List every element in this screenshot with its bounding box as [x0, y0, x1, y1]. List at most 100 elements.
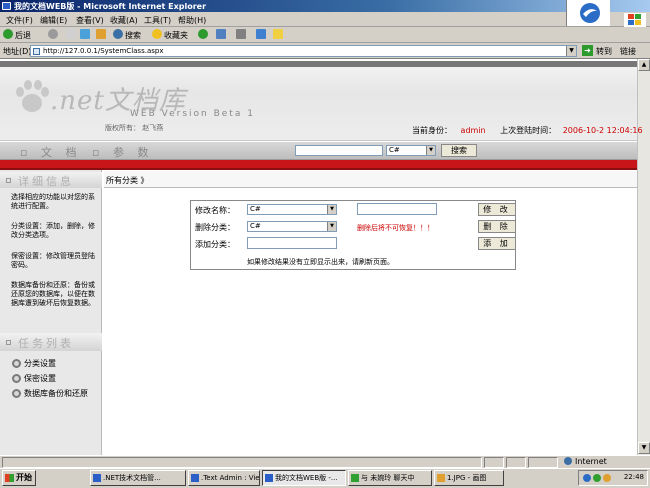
delete-label: 删除分类： [195, 223, 235, 232]
logo-subtitle: WEB Version Beta 1 [130, 109, 255, 119]
task-label: 保密设置 [24, 374, 56, 383]
status-cell [506, 457, 526, 468]
favorites-icon [152, 29, 162, 39]
chevron-down-icon[interactable]: ▼ [327, 205, 336, 214]
paint-icon [437, 474, 445, 482]
back-icon [3, 29, 13, 39]
modify-category-select[interactable]: C# ▼ [247, 204, 337, 215]
search-button[interactable]: 搜索 [125, 30, 141, 41]
square-bullet-icon [6, 340, 11, 345]
refresh-note: 如果修改结果没有立即显示出来，请刷新页面。 [247, 258, 394, 266]
delete-category-select[interactable]: C# ▼ [247, 221, 337, 232]
folder-icon[interactable] [273, 29, 283, 39]
zone-indicator: Internet [564, 457, 607, 466]
taskbar-item-label: .NET技术文档管... [103, 474, 161, 482]
sidebar [0, 170, 102, 455]
modify-button[interactable]: 修 改 [478, 203, 516, 216]
window-title: 我的文档WEB版 - Microsoft Internet Explorer [14, 2, 207, 11]
nav-item-parameters[interactable]: ▫ 参 数 [92, 144, 153, 160]
start-label: 开始 [16, 473, 32, 482]
nav-item-documents[interactable]: ▫ 文 档 [20, 144, 81, 160]
app-icon [191, 474, 199, 482]
vertical-scrollbar[interactable]: ▲ ▼ [637, 59, 650, 455]
scroll-up-icon[interactable]: ▲ [638, 59, 650, 71]
app-icon [265, 474, 273, 482]
task-list-heading-text: 任务列表 [18, 337, 74, 350]
search-submit-button[interactable]: 搜索 [441, 144, 477, 157]
search-category-select[interactable]: C# ▼ [386, 145, 436, 156]
windows-logo-icon [5, 474, 14, 482]
start-button[interactable]: 开始 [2, 470, 36, 486]
media-icon[interactable] [198, 29, 208, 39]
mail-icon[interactable] [216, 29, 226, 39]
menu-view[interactable]: 查看(V) [76, 15, 104, 26]
refresh-icon[interactable] [80, 29, 90, 39]
im-icon[interactable] [593, 474, 601, 482]
user-info: 当前身份： admin 上次登陆时间： 2006-10-2 12:04:16 [412, 125, 643, 136]
search-input[interactable] [295, 145, 383, 156]
forward-icon[interactable] [48, 29, 58, 39]
menu-favorites[interactable]: 收藏(A) [110, 15, 138, 26]
back-button[interactable]: 后退 [15, 30, 31, 41]
system-tray: 22:48 [578, 470, 648, 486]
taskbar-item[interactable]: .Text Admin : View... [188, 470, 260, 486]
delete-button[interactable]: 删 除 [478, 220, 516, 233]
taskbar-item[interactable]: 1.JPG - 画图 [434, 470, 504, 486]
search-icon [113, 29, 123, 39]
toolbar: 后退 搜索 收藏夹 [0, 27, 650, 43]
edit-icon[interactable] [256, 29, 266, 39]
task-security-settings[interactable]: 保密设置 [12, 373, 56, 384]
menu-tools[interactable]: 工具(T) [144, 15, 171, 26]
taskbar-item[interactable]: 与 未婉玲 聊天中 [348, 470, 432, 486]
breadcrumb: 所有分类 》 [104, 171, 637, 188]
sidebar-heading: 详细信息 [0, 172, 102, 188]
links-button[interactable]: 链接 [620, 46, 636, 57]
sidebar-intro: 选择相应的功能以对您的系统进行配置。 [11, 193, 95, 210]
gear-icon [12, 374, 21, 383]
stop-icon[interactable] [66, 29, 76, 39]
taskbar-item-active[interactable]: 我的文档WEB版 -... [262, 470, 346, 486]
taskbar-item[interactable]: .NET技术文档管... [90, 470, 186, 486]
gear-icon [12, 359, 21, 368]
chevron-down-icon[interactable]: ▼ [426, 146, 435, 155]
paw-logo-icon [16, 80, 49, 112]
sidebar-backup-info: 数据库备份和还原：备份或还原您的数据库，以便在数据库遭到破坏后恢复数据。 [11, 281, 95, 307]
chevron-down-icon[interactable]: ▼ [566, 46, 576, 56]
network-icon[interactable] [583, 474, 591, 482]
lastlogin-label: 上次登陆时间： [500, 126, 557, 135]
go-arrow-icon: ➜ [582, 45, 593, 56]
breadcrumb-text[interactable]: 所有分类 》 [106, 175, 149, 186]
menu-help[interactable]: 帮助(H) [178, 15, 206, 26]
status-bar: Internet [0, 455, 650, 468]
favorites-button[interactable]: 收藏夹 [164, 30, 188, 41]
menu-edit[interactable]: 编辑(E) [40, 15, 67, 26]
task-label: 数据库备份和还原 [24, 389, 88, 398]
square-bullet-icon [6, 178, 11, 183]
task-database-backup[interactable]: 数据库备份和还原 [12, 388, 88, 399]
go-label: 转到 [596, 47, 612, 56]
print-icon[interactable] [236, 29, 246, 39]
red-divider [0, 160, 637, 170]
search-category-value: C# [389, 146, 400, 154]
scroll-down-icon[interactable]: ▼ [638, 442, 650, 454]
ie-app-icon [2, 2, 11, 10]
header-stripe [0, 61, 637, 67]
status-cell [528, 457, 558, 468]
go-button[interactable]: ➜ 转到 [582, 44, 618, 57]
new-name-input[interactable] [357, 203, 437, 215]
task-category-settings[interactable]: 分类设置 [12, 358, 56, 369]
menu-file[interactable]: 文件(F) [6, 15, 33, 26]
add-label: 添加分类： [195, 240, 235, 249]
add-category-input[interactable] [247, 237, 337, 249]
taskbar-item-label: 与 未婉玲 聊天中 [361, 474, 415, 482]
logo-copyright: 版权所有： 赵飞燕 [105, 124, 164, 132]
clock: 22:48 [623, 473, 644, 481]
lastlogin-value: 2006-10-2 12:04:16 [562, 126, 643, 135]
chevron-down-icon[interactable]: ▼ [327, 222, 336, 231]
speaker-icon[interactable] [603, 474, 611, 482]
taskbar-item-label: 我的文档WEB版 -... [275, 474, 338, 482]
address-input[interactable]: http://127.0.0.1/SystemClass.aspx ▼ [30, 45, 577, 57]
add-button[interactable]: 添 加 [478, 237, 516, 250]
app-icon [93, 474, 101, 482]
home-icon[interactable] [96, 29, 106, 39]
